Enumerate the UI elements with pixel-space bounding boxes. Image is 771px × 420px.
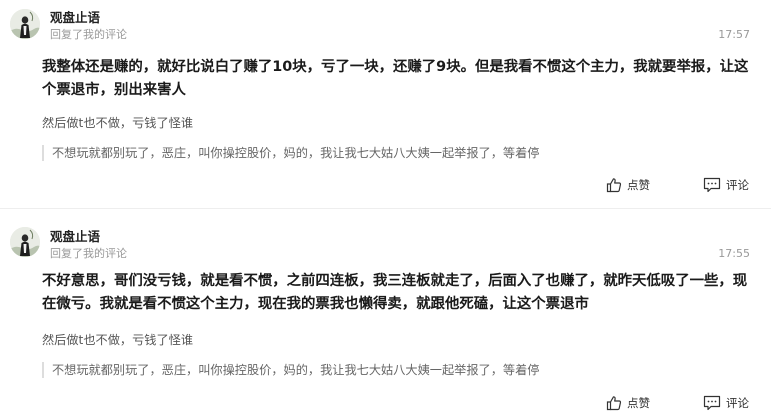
comment-feed: 观盘止语 回复了我的评论 17:57 我整体还是赚的，就好比说白了赚了10块，亏…: [0, 0, 771, 420]
like-label: 点赞: [627, 396, 650, 410]
quoted-comment[interactable]: 不想玩就都别玩了，恶庄，叫你操控股价，妈的，我让我七大姑八大姨一起举报了，等着停: [42, 362, 540, 378]
comment-label: 评论: [726, 396, 749, 410]
comment-content: 不好意思，哥们没亏钱，就是看不惯，之前四连板，我三连板就走了，后面入了也赚了，就…: [42, 273, 748, 312]
avatar-image: [10, 227, 40, 257]
action-text: 回复了我的评论: [50, 247, 127, 260]
timestamp: 17:55: [718, 247, 750, 260]
avatar[interactable]: [10, 227, 40, 257]
comment-button[interactable]: 评论: [703, 394, 749, 412]
comment-card: 观盘止语 回复了我的评论 17:55 不好意思，哥们没亏钱，就是看不惯，之前四连…: [0, 0, 771, 420]
reply-text: 然后做t也不做，亏钱了怪谁: [42, 333, 194, 347]
comment-bubble-icon: [703, 395, 721, 411]
like-button[interactable]: 点赞: [606, 394, 650, 412]
username[interactable]: 观盘止语: [50, 229, 100, 244]
thumbs-up-icon: [606, 396, 622, 411]
